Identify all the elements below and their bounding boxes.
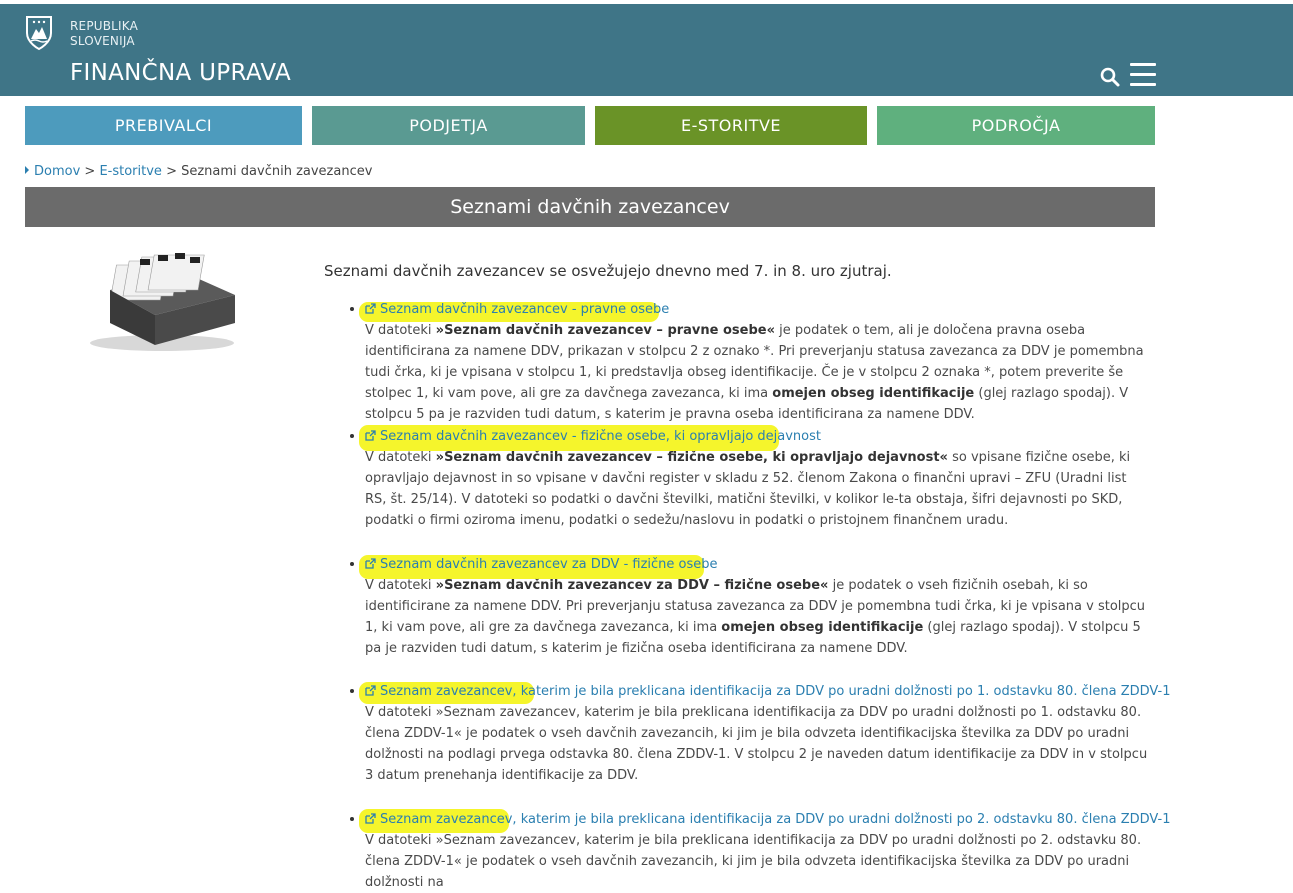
link-text: Seznam davčnih zavezancev - fizične oseb… — [380, 429, 821, 444]
link-text: Seznam zavezancev, katerim je bila prekl… — [380, 684, 1171, 699]
external-link-icon — [365, 685, 376, 696]
file-box-illustration — [90, 253, 235, 351]
link-text: Seznam davčnih zavezancev - pravne osebe — [380, 302, 670, 317]
site-header: REPUBLIKA SLOVENIJA FINANČNA UPRAVA — [0, 4, 1293, 96]
nav-prebivalci[interactable]: PREBIVALCI — [25, 106, 302, 145]
item-description: V datoteki »Seznam davčnih zavezancev – … — [365, 323, 1144, 422]
list-item: Seznam davčnih zavezancev za DDV - fizič… — [350, 555, 1150, 682]
bullet-icon — [350, 562, 354, 566]
list-item: Seznam davčnih zavezancev - fizične oseb… — [350, 425, 1150, 555]
intro-text: Seznami davčnih zavezancev se osvežujejo… — [324, 262, 892, 280]
item-description: V datoteki »Seznam davčnih zavezancev za… — [365, 578, 1146, 656]
link-fizicne-osebe-dejavnost[interactable]: Seznam davčnih zavezancev - fizične oseb… — [365, 429, 821, 444]
list-item: Seznam zavezancev, katerim je bila prekl… — [350, 809, 1170, 890]
breadcrumb-separator: > — [80, 164, 100, 179]
bullet-icon — [350, 689, 354, 693]
search-icon[interactable] — [1099, 66, 1121, 88]
page-title: Seznami davčnih zavezancev — [25, 187, 1155, 227]
link-text: Seznam zavezancev, katerim je bila prekl… — [380, 812, 1171, 827]
hamburger-menu-icon[interactable] — [1130, 63, 1156, 89]
link-pravne-osebe[interactable]: Seznam davčnih zavezancev - pravne osebe — [365, 302, 669, 317]
bullet-icon — [350, 817, 354, 821]
item-description: V datoteki »Seznam zavezancev, katerim j… — [365, 833, 1142, 890]
breadcrumb-e-storitve-link[interactable]: E-storitve — [99, 164, 161, 179]
link-ddv-fizicne-osebe[interactable]: Seznam davčnih zavezancev za DDV - fizič… — [365, 557, 718, 572]
bullet-icon — [350, 434, 354, 438]
nav-podrocja[interactable]: PODROČJA — [877, 106, 1155, 145]
link-preklic-2-odstavek[interactable]: Seznam zavezancev, katerim je bila prekl… — [365, 812, 1170, 827]
external-link-icon — [365, 303, 376, 314]
main-navigation: PREBIVALCI PODJETJA E-STORITVE PODROČJA — [25, 106, 1155, 145]
list-item: Seznam davčnih zavezancev - pravne osebe… — [350, 300, 1150, 427]
breadcrumb-current: Seznami davčnih zavezancev — [181, 164, 373, 179]
external-link-icon — [365, 430, 376, 441]
breadcrumb-home-link[interactable]: Domov — [34, 164, 80, 179]
item-description: V datoteki »Seznam zavezancev, katerim j… — [365, 705, 1148, 783]
bullet-icon — [350, 307, 354, 311]
slovenia-coat-of-arms-icon[interactable] — [25, 15, 53, 51]
breadcrumb: Domov > E-storitve > Seznami davčnih zav… — [25, 164, 372, 179]
nav-podjetja[interactable]: PODJETJA — [312, 106, 585, 145]
site-title[interactable]: FINANČNA UPRAVA — [70, 60, 291, 86]
taxpayer-lists: Seznam davčnih zavezancev - pravne osebe… — [350, 300, 1170, 890]
nav-e-storitve[interactable]: E-STORITVE — [595, 106, 867, 145]
external-link-icon — [365, 813, 376, 824]
list-item: Seznam zavezancev, katerim je bila prekl… — [350, 682, 1170, 810]
breadcrumb-arrow-icon — [25, 166, 29, 174]
breadcrumb-separator: > — [161, 164, 182, 179]
slovenija-label: SLOVENIJA — [70, 34, 135, 48]
republika-label: REPUBLIKA — [70, 19, 139, 33]
external-link-icon — [365, 558, 376, 569]
link-text: Seznam davčnih zavezancev za DDV - fizič… — [380, 557, 718, 572]
link-preklic-1-odstavek[interactable]: Seznam zavezancev, katerim je bila prekl… — [365, 684, 1170, 699]
item-description: V datoteki »Seznam davčnih zavezancev – … — [365, 450, 1131, 528]
